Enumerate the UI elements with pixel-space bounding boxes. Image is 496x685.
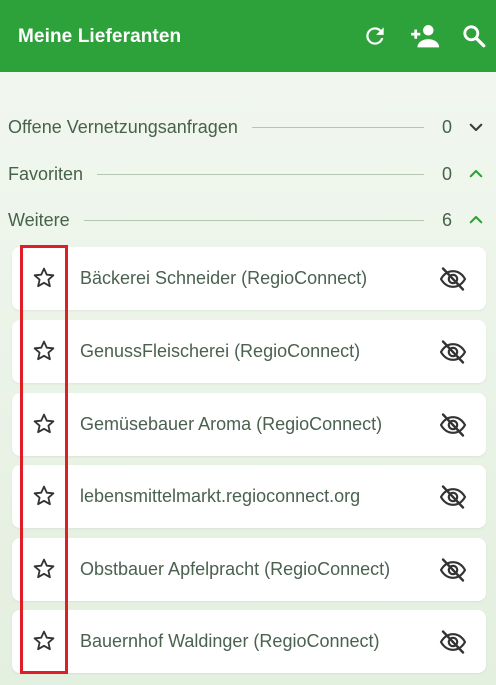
eye-off-icon[interactable] — [439, 412, 467, 438]
chevron-up-icon[interactable] — [466, 164, 486, 184]
star-icon[interactable] — [32, 339, 56, 363]
section-count: 0 — [442, 163, 453, 184]
star-icon[interactable] — [32, 629, 56, 653]
section-count: 0 — [442, 116, 453, 137]
eye-off-icon[interactable] — [439, 557, 467, 583]
supplier-name[interactable]: Obstbauer Apfelpracht (RegioConnect) — [80, 559, 414, 580]
eye-off-icon[interactable] — [439, 339, 467, 365]
star-icon[interactable] — [32, 557, 56, 581]
search-icon[interactable] — [460, 22, 488, 50]
divider-line — [97, 173, 424, 175]
supplier-card[interactable]: GenussFleischerei (RegioConnect) — [12, 320, 486, 383]
app-bar: Meine Lieferanten — [0, 0, 496, 72]
star-icon[interactable] — [32, 484, 56, 508]
divider-line — [251, 126, 424, 128]
section-weitere[interactable]: Weitere 6 — [8, 206, 488, 234]
divider-line — [83, 219, 424, 221]
chevron-up-icon[interactable] — [466, 210, 486, 230]
supplier-card[interactable]: Obstbauer Apfelpracht (RegioConnect) — [12, 538, 486, 601]
section-favoriten[interactable]: Favoriten 0 — [8, 160, 488, 188]
section-count: 6 — [442, 209, 453, 230]
supplier-name[interactable]: lebensmittelmarkt.regioconnect.org — [80, 486, 414, 507]
supplier-card[interactable]: lebensmittelmarkt.regioconnect.org — [12, 465, 486, 528]
page-title: Meine Lieferanten — [18, 26, 182, 47]
eye-off-icon[interactable] — [439, 484, 467, 510]
supplier-name[interactable]: Bauernhof Waldinger (RegioConnect) — [80, 631, 414, 652]
section-label: Weitere — [8, 209, 70, 230]
section-offene-vernetzungsanfragen[interactable]: Offene Vernetzungsanfragen 0 — [8, 113, 488, 141]
refresh-icon[interactable] — [361, 22, 389, 50]
section-label: Favoriten — [8, 163, 84, 184]
supplier-card[interactable]: Gemüsebauer Aroma (RegioConnect) — [12, 393, 486, 456]
supplier-name[interactable]: Bäckerei Schneider (RegioConnect) — [80, 268, 414, 289]
star-icon[interactable] — [32, 266, 56, 290]
chevron-down-icon[interactable] — [466, 117, 486, 137]
section-label: Offene Vernetzungsanfragen — [8, 116, 238, 137]
star-icon[interactable] — [32, 412, 56, 436]
eye-off-icon[interactable] — [439, 629, 467, 655]
supplier-card[interactable]: Bäckerei Schneider (RegioConnect) — [12, 247, 486, 310]
add-user-icon[interactable] — [410, 22, 442, 50]
supplier-name[interactable]: Gemüsebauer Aroma (RegioConnect) — [80, 414, 414, 435]
supplier-card[interactable]: Bauernhof Waldinger (RegioConnect) — [12, 610, 486, 673]
supplier-name[interactable]: GenussFleischerei (RegioConnect) — [80, 341, 414, 362]
eye-off-icon[interactable] — [439, 266, 467, 292]
